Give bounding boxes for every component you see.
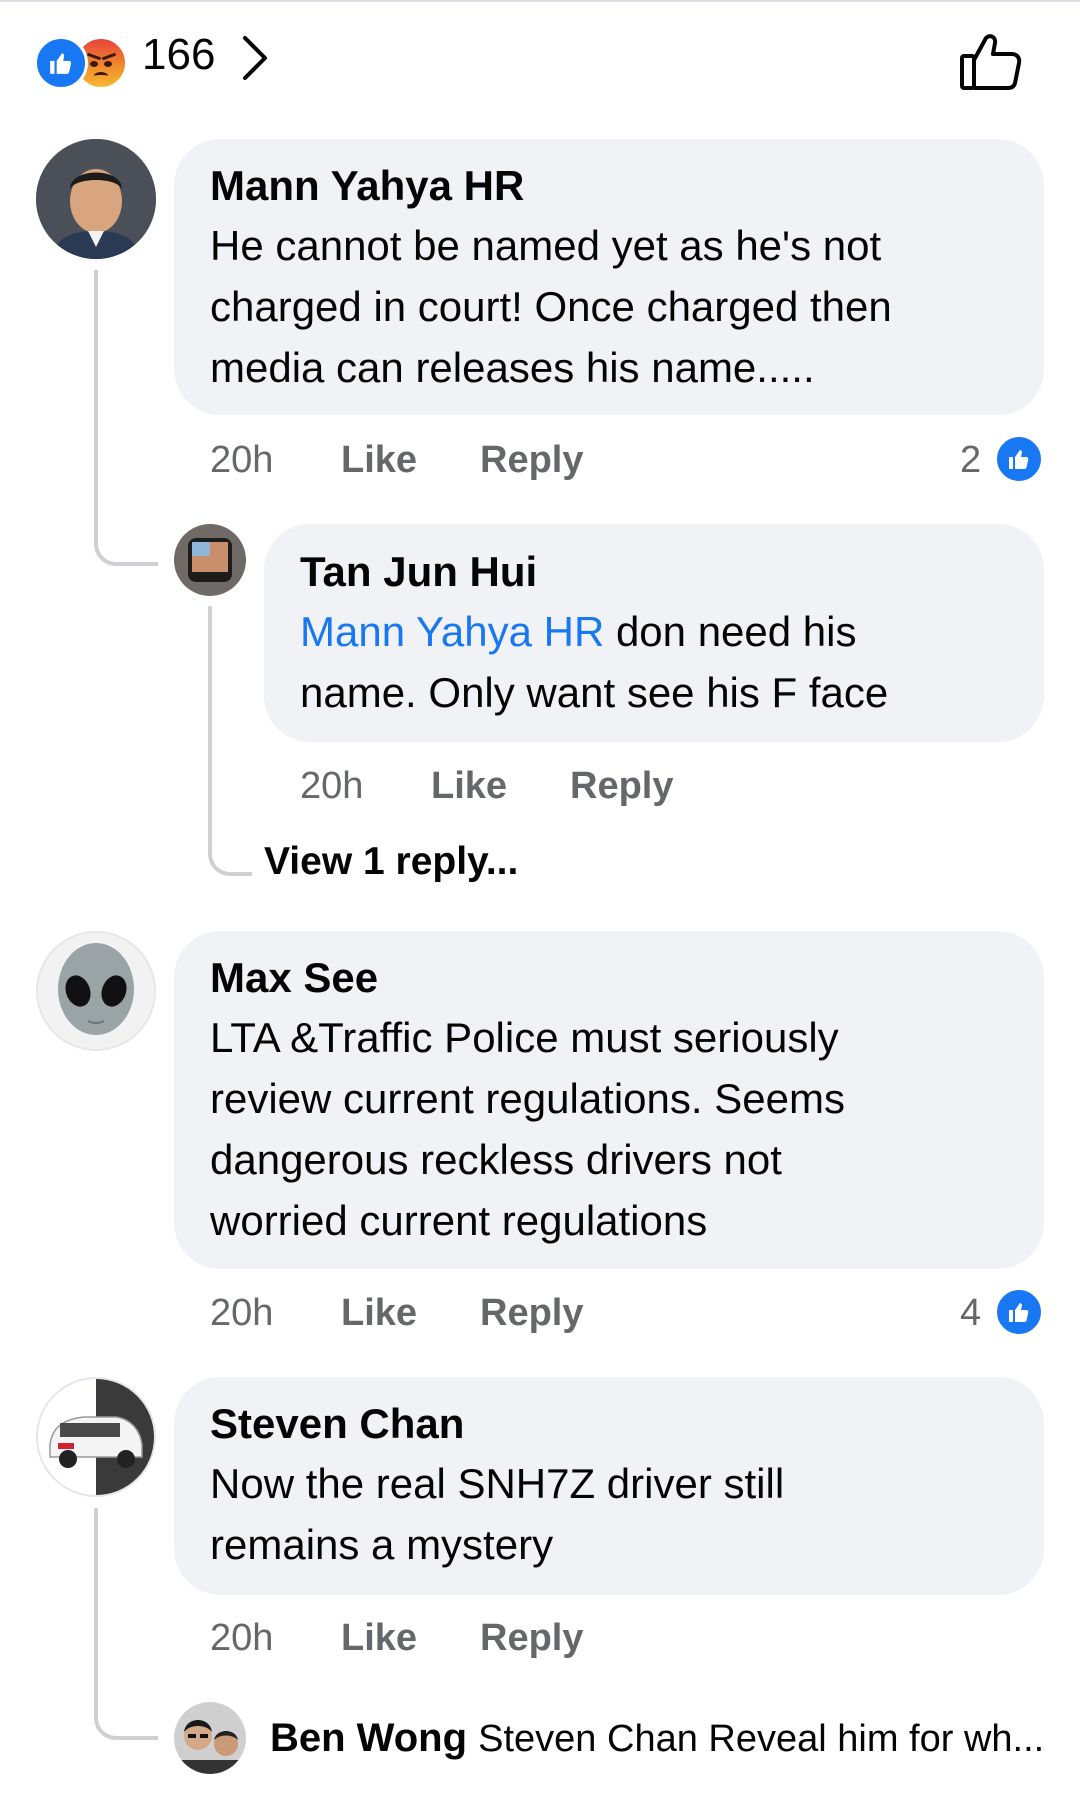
reply-text-line: Mann Yahya HR don need his	[300, 601, 857, 662]
mention-link[interactable]: Mann Yahya HR	[300, 608, 604, 655]
like-button[interactable]: Like	[341, 439, 417, 482]
chevron-right-icon[interactable]	[240, 34, 270, 82]
comment-timestamp[interactable]: 20h	[210, 1292, 273, 1335]
comment-like-count[interactable]: 4	[960, 1292, 981, 1335]
comment-author[interactable]: Mann Yahya HR	[210, 162, 524, 210]
avatar-tan-jun-hui[interactable]	[174, 524, 246, 596]
like-button[interactable]: Like	[341, 1617, 417, 1660]
avatar-steven-chan[interactable]	[36, 1377, 156, 1497]
comment-timestamp[interactable]: 20h	[210, 1617, 273, 1660]
avatar-ben-wong[interactable]	[174, 1702, 246, 1774]
reply-text-fragment: don need his	[604, 608, 857, 655]
thread-connector	[208, 606, 252, 876]
reply-button[interactable]: Reply	[480, 1617, 583, 1660]
comment-text-line: worried current regulations	[210, 1197, 708, 1244]
reply-button[interactable]: Reply	[480, 1292, 583, 1335]
thread-connector	[94, 1508, 158, 1740]
comment-text-line: review current regulations. Seems	[210, 1075, 845, 1122]
comment-text-line: LTA &Traffic Police must seriously	[210, 1014, 839, 1061]
like-button[interactable]: Like	[341, 1292, 417, 1335]
like-badge-icon	[994, 1287, 1044, 1337]
comment-text-line: charged in court! Once charged then	[210, 283, 892, 330]
view-replies-link[interactable]: View 1 reply...	[264, 840, 518, 884]
reply-author[interactable]: Tan Jun Hui	[300, 548, 537, 596]
comment-text-line: media can releases his name.....	[210, 344, 815, 391]
like-badge-icon	[994, 434, 1044, 484]
like-reaction-icon	[34, 36, 88, 90]
reply-button[interactable]: Reply	[570, 765, 673, 808]
avatar-mann-yahya[interactable]	[36, 139, 156, 259]
collapsed-reply-preview[interactable]: Ben Wong Steven Chan Reveal him for wh..…	[270, 1716, 1044, 1761]
comment-text-line: dangerous reckless drivers not	[210, 1136, 782, 1183]
comment-text-line: He cannot be named yet as he's not	[210, 222, 882, 269]
avatar-max-see[interactable]	[36, 931, 156, 1051]
comment-author[interactable]: Steven Chan	[210, 1400, 464, 1448]
comment-timestamp[interactable]: 20h	[210, 439, 273, 482]
collapsed-reply-author[interactable]: Ben Wong	[270, 1716, 467, 1760]
collapsed-reply-text: Steven Chan Reveal him for wh...	[478, 1718, 1045, 1760]
like-button[interactable]: Like	[431, 765, 507, 808]
reply-timestamp[interactable]: 20h	[300, 765, 363, 808]
comment-text-line: remains a mystery	[210, 1521, 554, 1568]
reply-button[interactable]: Reply	[480, 439, 583, 482]
thread-connector	[94, 270, 158, 566]
reaction-bar[interactable]: 166	[0, 0, 1080, 125]
reaction-count[interactable]: 166	[142, 30, 215, 80]
comment-like-count[interactable]: 2	[960, 439, 981, 482]
thumbs-up-icon[interactable]	[958, 30, 1024, 94]
comment-text-line: Now the real SNH7Z driver still	[210, 1460, 785, 1507]
comment-author[interactable]: Max See	[210, 954, 378, 1002]
reply-text-line: name. Only want see his F face	[300, 669, 889, 716]
